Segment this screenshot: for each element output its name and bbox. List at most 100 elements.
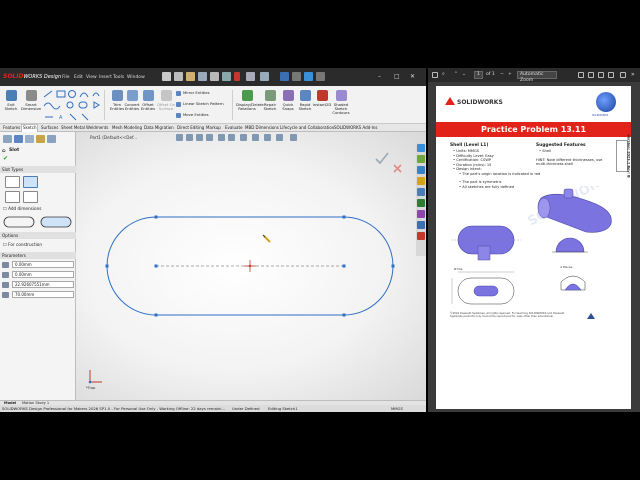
shaded-sketch-contours-button[interactable]: Shaded Sketch Contours [330,88,352,122]
solidworks-logo-text: SOLIDWORKS [457,99,503,106]
menu-tools[interactable]: Tools [113,75,124,80]
save-pdf-icon[interactable] [620,72,626,78]
image-icon[interactable] [608,72,614,78]
design-library-tab-icon[interactable] [417,166,425,174]
solidworks-resources-tab-icon[interactable] [417,155,425,163]
tab-features[interactable]: Features [2,125,21,130]
offset-on-surface-button[interactable]: Offset On Surface [156,88,176,122]
mirror-entities-button[interactable]: Mirror Entities [176,90,210,96]
open-folder-icon[interactable] [186,72,195,81]
close-icon[interactable]: ✕ [410,73,415,80]
centerpoint-straight-slot-type[interactable] [23,176,38,188]
minimize-icon[interactable]: – [378,73,381,80]
tab-sheet-metal[interactable]: Sheet Metal [60,125,86,130]
options-header[interactable]: Options [0,232,76,239]
custom-properties-tab-icon[interactable] [417,210,425,218]
display-delete-relations-button[interactable]: Display/Delete Relations [236,88,264,122]
home-icon[interactable] [162,72,171,81]
offset-entities-button[interactable]: Offset Entities [138,88,158,122]
help-icon[interactable] [316,72,325,81]
previous-page-icon[interactable]: ⌃ [454,72,458,77]
ok-check-icon[interactable]: ✔ [3,155,8,162]
undo-icon[interactable] [222,72,231,81]
tab-evaluate[interactable]: Evaluate [224,125,243,130]
zoom-in-icon[interactable]: + [508,72,512,77]
sidebar-toggle-icon[interactable] [432,72,438,78]
units-selector[interactable]: MMGS [391,405,403,412]
appearances-tab-icon[interactable] [417,199,425,207]
find-icon[interactable]: ⌕ [442,71,448,77]
print-icon[interactable] [210,72,219,81]
view-palette-tab-icon[interactable] [417,188,425,196]
new-document-icon[interactable] [174,72,183,81]
param-center-x: 0.00mm [2,261,74,269]
search-help-icon[interactable] [280,72,289,81]
config-manager-tab-icon[interactable] [25,135,34,143]
tab-markup[interactable]: Markup [205,125,222,130]
tab-data-migration[interactable]: Data Migration [143,125,175,130]
next-page-icon[interactable]: ⌄ [462,72,466,77]
highlight-icon[interactable] [578,72,584,78]
graphics-area[interactable]: Part1 (Default<<Def... *Trap [76,132,426,400]
three-point-arc-slot-type[interactable] [5,191,20,203]
repair-sketch-button[interactable]: Repair Sketch [260,88,280,122]
menu-edit[interactable]: Edit [74,75,83,80]
maximize-icon[interactable]: □ [394,73,400,80]
feature-tree-tab-icon[interactable] [3,135,12,143]
slot-width-input[interactable]: 22.92607551mm [12,281,74,288]
offset-on-surface-icon [160,90,172,101]
tab-mbd-dimensions[interactable]: MBD Dimensions [244,125,280,130]
parameters-header[interactable]: Parameters [0,252,76,259]
forum-tab-icon[interactable] [417,221,425,229]
save-icon[interactable] [198,72,207,81]
straight-slot-type[interactable] [5,176,20,188]
sketch-tools-icons[interactable]: A [42,89,102,122]
confirmation-corner[interactable] [375,152,402,173]
tab-direct-editing[interactable]: Direct Editing [176,125,205,130]
user-icon[interactable] [292,72,301,81]
menu-insert[interactable]: Insert [99,75,112,80]
page-number-input[interactable]: 1 [474,71,483,79]
options-gear-icon[interactable] [260,72,269,81]
menu-window[interactable]: Window [127,75,145,80]
tab-sketch[interactable]: Sketch [21,124,39,132]
linear-sketch-pattern-button[interactable]: Linear Sketch Pattern [176,101,224,107]
tab-mesh-modeling[interactable]: Mesh Modeling [111,125,143,130]
3dexperience-tab-icon[interactable] [417,144,425,152]
slot-length-input[interactable]: 70.00mm [12,291,74,298]
tab-solidworks-addins[interactable]: SOLIDWORKS Add-Ins [333,125,378,130]
property-manager-tab-icon[interactable] [14,135,23,143]
tab-surfaces[interactable]: Surfaces [40,125,59,130]
move-entities-button[interactable]: Move Entities [176,112,209,118]
for-construction-checkbox[interactable]: ☐ For construction [3,242,42,247]
display-manager-tab-icon[interactable] [47,135,56,143]
badge-caption: SOLIDWORKS [592,114,609,117]
centerpoint-arc-slot-type[interactable] [23,191,38,203]
mirror-icon [176,90,181,96]
menu-view[interactable]: View [86,75,97,80]
smart-dimension-button[interactable]: Smart Dimension [21,88,41,122]
select-icon[interactable] [246,72,255,81]
exit-sketch-button[interactable]: Exit Sketch [1,88,21,122]
param-center-y: 0.00mm [2,271,74,279]
3dexperience-icon[interactable] [304,72,313,81]
zoom-out-icon[interactable]: − [500,72,504,77]
text-tool-icon[interactable] [588,72,594,78]
param-slot-length: 70.00mm [2,291,74,299]
tools-menu-icon[interactable]: » [631,71,635,78]
center-y-input[interactable]: 0.00mm [12,271,74,278]
rebuild-icon[interactable] [234,72,240,81]
slot-types-header[interactable]: Slot Types [0,166,76,173]
tab-lifecycle-collaboration[interactable]: Lifecycle and Collaboration [279,125,335,130]
dimxpert-tab-icon[interactable] [36,135,45,143]
add-dimensions-checkbox[interactable]: ☐ Add dimensions [3,206,41,211]
instant2d-button[interactable]: Instant2D [312,88,332,122]
learn-tab-icon[interactable] [417,232,425,240]
zoom-select[interactable]: Automatic Zoom [517,71,557,83]
move-icon [176,112,181,118]
menu-file[interactable]: File [62,75,70,80]
center-x-input[interactable]: 0.00mm [12,261,74,268]
draw-icon[interactable] [598,72,604,78]
tab-weldments[interactable]: Weldments [85,125,109,130]
file-explorer-tab-icon[interactable] [417,177,425,185]
